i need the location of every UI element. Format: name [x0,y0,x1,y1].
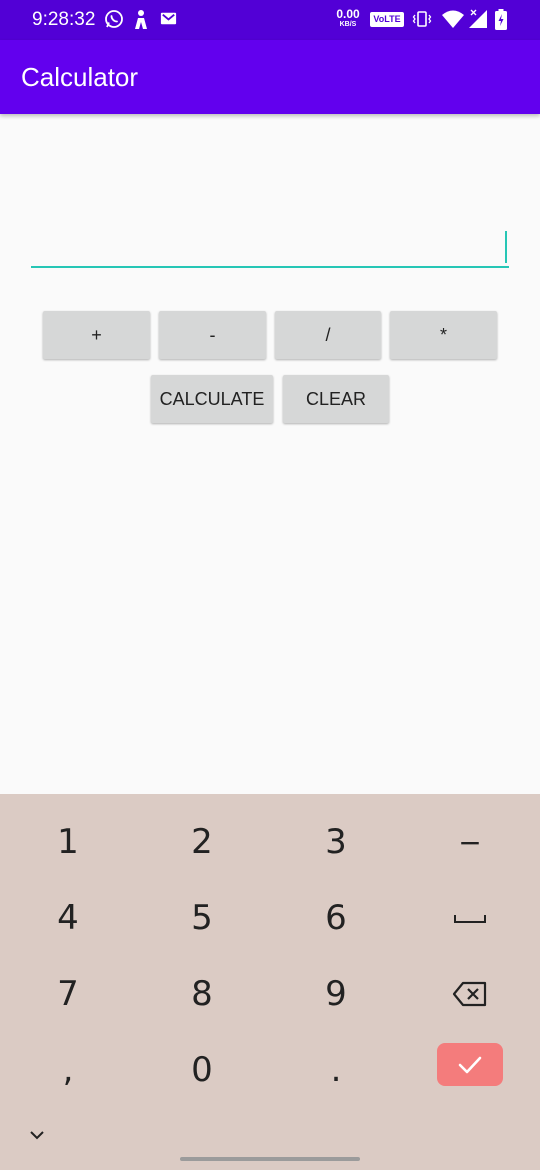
app-bar: Calculator [0,40,540,114]
subtract-button[interactable]: - [159,311,266,359]
gmail-icon [159,9,178,33]
chevron-down-icon [30,1131,44,1140]
text-cursor [505,231,507,263]
key-9[interactable]: 9 [281,959,391,1029]
person-icon [131,9,151,34]
app-title: Calculator [21,62,139,92]
net-speed-unit: KB/S [339,21,357,28]
signal-icon [467,9,489,34]
net-speed-value: 0.00 [336,7,360,21]
numeric-keyboard: 1 2 3 − 4 5 6 7 8 9 , 0 . [0,794,540,1170]
status-time: 9:28:32 [32,9,96,30]
key-6[interactable]: 6 [281,883,391,953]
number-input-wrapper [31,226,509,268]
calculate-button[interactable]: CALCULATE [151,375,273,423]
key-2[interactable]: 2 [147,807,257,877]
backspace-key[interactable] [415,959,525,1029]
hide-keyboard-button[interactable] [28,1128,46,1146]
status-bar: 9:28:32 0.00 KB/S VoLTE [0,0,540,40]
key-period[interactable]: . [281,1035,391,1105]
vibrate-icon [412,9,432,34]
key-1[interactable]: 1 [13,807,123,877]
add-button[interactable]: + [43,311,150,359]
battery-icon [494,9,508,35]
multiply-button[interactable]: * [390,311,497,359]
gesture-nav-handle[interactable] [180,1157,360,1161]
whatsapp-icon [104,9,124,34]
input-underline [31,266,509,268]
wifi-icon [441,9,465,34]
key-3[interactable]: 3 [281,807,391,877]
key-0[interactable]: 0 [147,1035,257,1105]
space-icon [454,915,486,923]
volte-badge: VoLTE [370,12,404,27]
key-8[interactable]: 8 [147,959,257,1029]
clear-button[interactable]: CLEAR [283,375,389,423]
key-4[interactable]: 4 [13,883,123,953]
done-key[interactable] [437,1043,503,1086]
checkmark-icon [458,1056,482,1073]
net-speed: 0.00 KB/S [333,8,363,28]
space-key[interactable] [415,883,525,953]
backspace-icon [452,981,487,1007]
divide-button[interactable]: / [275,311,381,359]
number-input[interactable] [31,226,509,266]
key-comma[interactable]: , [13,1035,123,1105]
key-7[interactable]: 7 [13,959,123,1029]
key-minus[interactable]: − [415,807,525,877]
key-5[interactable]: 5 [147,883,257,953]
